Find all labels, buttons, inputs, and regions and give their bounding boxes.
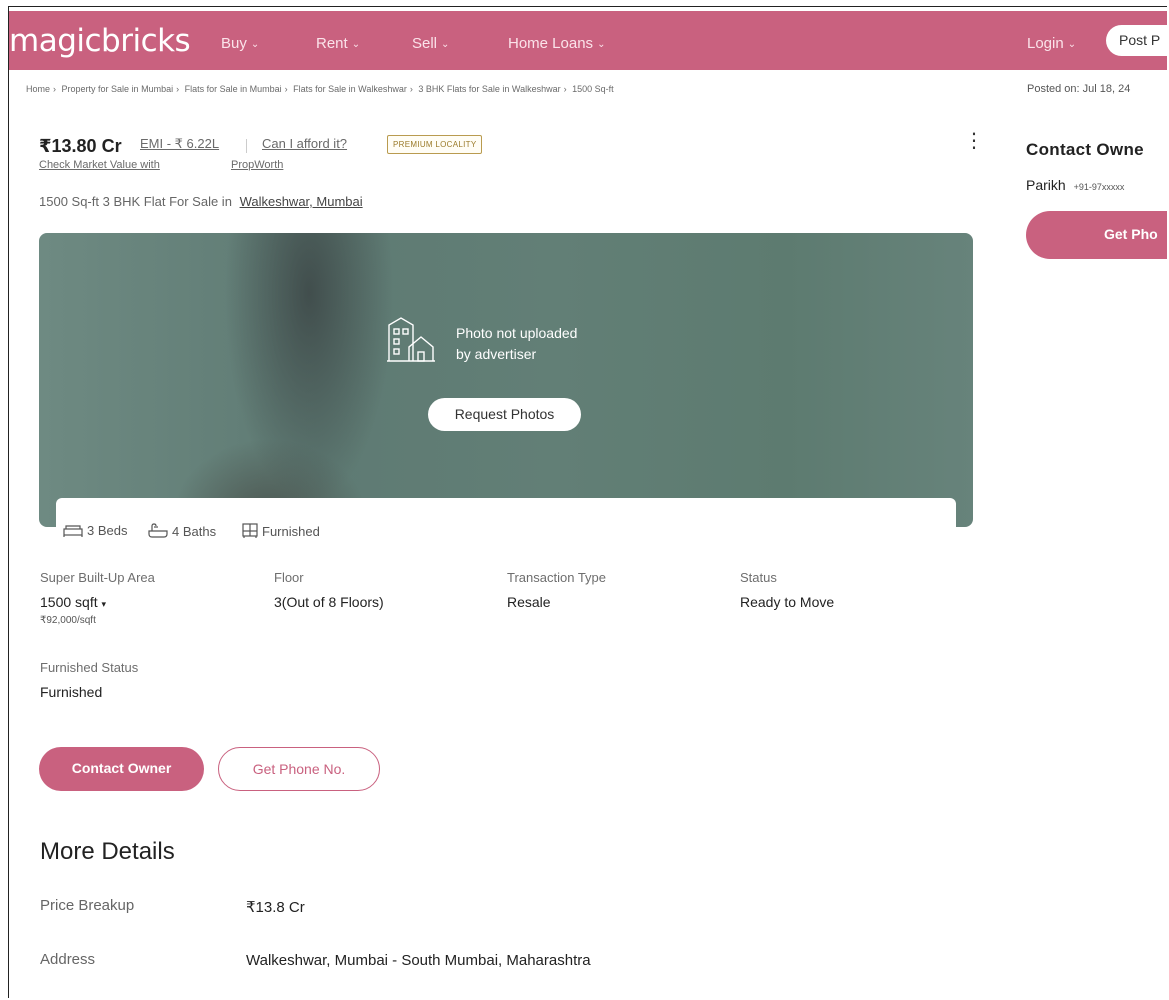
area-value[interactable]: 1500 sqft ▾ <box>40 594 106 610</box>
breadcrumb-separator: › <box>409 84 413 94</box>
area-label: Super Built-Up Area <box>40 570 155 585</box>
request-photos-button[interactable]: Request Photos <box>428 398 581 431</box>
chevron-down-icon: ⌄ <box>351 39 361 50</box>
transaction-value: Resale <box>507 594 551 610</box>
feature-baths-label: 4 Baths <box>172 523 217 539</box>
nav-rent[interactable]: Rent ⌄ <box>316 35 360 52</box>
wardrobe-icon <box>242 523 258 538</box>
nav-home-loans[interactable]: Home Loans ⌄ <box>508 35 605 52</box>
furnished-status-value: Furnished <box>40 684 103 700</box>
listing-subtitle: 1500 Sq-ft 3 BHK Flat For Sale in Walkes… <box>39 194 363 209</box>
price-breakup-value: ₹13.8 Cr <box>246 899 305 916</box>
emi-link[interactable]: EMI - ₹ 6.22L <box>140 136 219 152</box>
furnished-status-label: Furnished Status <box>40 660 139 675</box>
magicbricks-logo[interactable]: magicbricks <box>9 23 191 59</box>
bed-icon <box>63 524 83 537</box>
login-label: Login <box>1027 35 1064 52</box>
locality-link[interactable]: Walkeshwar, Mumbai <box>240 194 363 209</box>
listing-price: ₹13.80 Cr <box>39 136 122 156</box>
address-label: Address <box>40 951 96 968</box>
listing-subtitle-text: 1500 Sq-ft 3 BHK Flat For Sale in <box>39 194 232 209</box>
photo-message: Photo not uploaded by advertiser <box>456 323 577 365</box>
feature-baths: 4 Baths <box>148 523 216 539</box>
status-label: Status <box>740 570 777 585</box>
login-menu[interactable]: Login ⌄ <box>1027 35 1076 52</box>
breadcrumb-item: 1500 Sq-ft <box>572 84 614 94</box>
chevron-down-icon: ⌄ <box>597 39 606 50</box>
afford-link[interactable]: Can I afford it? <box>262 136 347 151</box>
photo-message-line2: by advertiser <box>456 346 537 362</box>
more-details-title: More Details <box>40 838 175 865</box>
contact-owner-button[interactable]: Contact Owner <box>39 747 204 791</box>
chevron-down-icon: ⌄ <box>1067 39 1077 50</box>
contact-owner-title: Contact Owne <box>1026 140 1144 159</box>
nav-rent-label: Rent <box>316 35 348 52</box>
breadcrumb-separator: › <box>563 84 567 94</box>
breadcrumb-item[interactable]: Home <box>26 84 50 94</box>
post-property-button[interactable]: Post P <box>1106 25 1167 56</box>
sidebar-get-phone-button[interactable]: Get Pho <box>1026 211 1167 259</box>
feature-beds-label: 3 Beds <box>87 523 128 538</box>
nav-buy-label: Buy <box>221 35 247 52</box>
owner-info: Parikh +91-97xxxxx <box>1026 177 1124 193</box>
feature-furnished-label: Furnished <box>262 523 320 539</box>
breadcrumb-item[interactable]: Flats for Sale in Walkeshwar <box>293 84 407 94</box>
floor-label: Floor <box>274 570 304 585</box>
status-value: Ready to Move <box>740 594 835 610</box>
check-market-value-link[interactable]: Check Market Value with <box>39 159 160 171</box>
nav-home-loans-label: Home Loans <box>508 35 594 52</box>
nav-buy[interactable]: Buy ⌄ <box>221 35 259 52</box>
page-frame: magicbricks Buy ⌄ Rent ⌄ Sell ⌄ Home Loans ⌄… <box>8 6 1167 998</box>
owner-phone: +91-97xxxxx <box>1073 182 1125 192</box>
breadcrumb: Home › Property for Sale in Mumbai › Flats… <box>26 84 614 94</box>
area-value-text: 1500 sqft <box>40 594 98 610</box>
divider <box>246 139 247 153</box>
chevron-down-icon: ⌄ <box>441 39 450 50</box>
floor-value: 3(Out of 8 Floors) <box>274 594 384 610</box>
bath-icon <box>148 523 168 538</box>
area-rate: ₹92,000/sqft <box>40 615 96 626</box>
photo-placeholder: Photo not uploaded by advertiser Request… <box>39 233 973 527</box>
owner-name: Parikh <box>1026 177 1066 193</box>
price-breakup-label: Price Breakup <box>40 897 135 914</box>
breadcrumb-separator: › <box>53 84 57 94</box>
nav-sell-label: Sell <box>412 35 438 52</box>
feature-furnished: Furnished <box>242 523 320 539</box>
address-value: Walkeshwar, Mumbai - South Mumbai, Mahar… <box>246 952 591 969</box>
more-options-icon[interactable]: ⋮ <box>964 131 984 151</box>
transaction-label: Transaction Type <box>507 570 606 585</box>
posted-date: Posted on: Jul 18, 24 <box>1027 83 1131 95</box>
photo-message-line1: Photo not uploaded <box>456 325 578 341</box>
breadcrumb-item[interactable]: Flats for Sale in Mumbai <box>185 84 282 94</box>
breadcrumb-separator: › <box>284 84 288 94</box>
building-icon <box>387 317 435 362</box>
breadcrumb-separator: › <box>176 84 180 94</box>
chevron-down-icon: ▾ <box>101 599 107 609</box>
premium-locality-badge: PREMIUM LOCALITY <box>387 135 483 154</box>
propworth-link[interactable]: PropWorth <box>231 159 283 171</box>
nav-sell[interactable]: Sell ⌄ <box>412 35 449 52</box>
chevron-down-icon: ⌄ <box>250 39 260 50</box>
feature-beds: 3 Beds <box>63 523 127 538</box>
get-phone-button[interactable]: Get Phone No. <box>218 747 380 791</box>
breadcrumb-item[interactable]: 3 BHK Flats for Sale in Walkeshwar <box>418 84 560 94</box>
breadcrumb-item[interactable]: Property for Sale in Mumbai <box>62 84 174 94</box>
top-nav-bar: magicbricks Buy ⌄ Rent ⌄ Sell ⌄ Home Loans ⌄… <box>9 11 1167 70</box>
